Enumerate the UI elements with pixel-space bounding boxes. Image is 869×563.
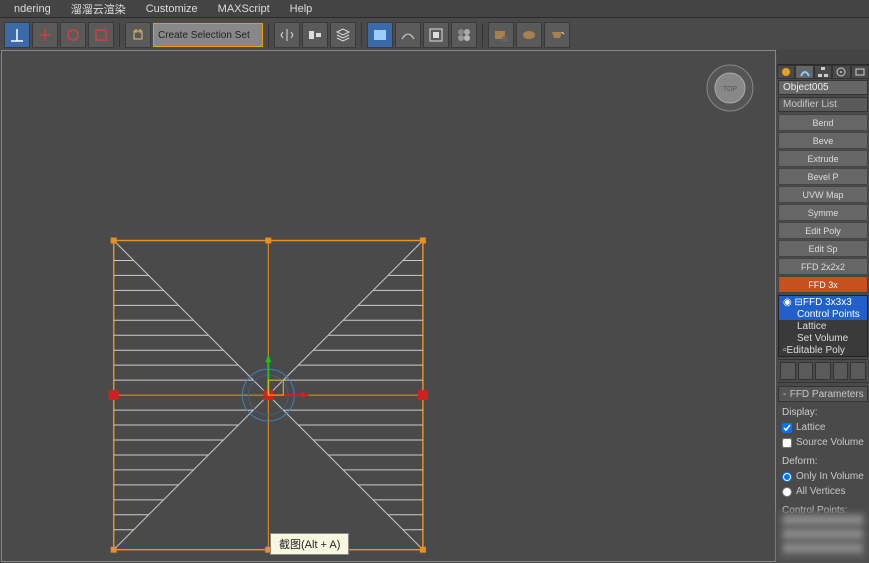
object-name-field[interactable]: Object005	[778, 80, 868, 95]
mod-editpoly-button[interactable]: Edit Poly	[778, 222, 868, 239]
snap-toggle-button[interactable]	[4, 22, 30, 48]
lattice-checkbox[interactable]: Lattice	[782, 420, 864, 435]
create-tab[interactable]	[777, 65, 795, 79]
stack-control-points[interactable]: Control Points	[779, 308, 867, 320]
modifier-stack[interactable]: ◉ ⊟ FFD 3x3x3 Control Points Lattice Set…	[778, 295, 868, 357]
align-button[interactable]	[302, 22, 328, 48]
mod-symmetry-button[interactable]: Symme	[778, 204, 868, 221]
named-selection-icon[interactable]	[125, 22, 151, 48]
make-unique-button[interactable]	[815, 362, 831, 380]
curve-editor-button[interactable]	[395, 22, 421, 48]
viewport[interactable]: TOP 截图(Alt + A)	[1, 50, 776, 562]
view-cube[interactable]: TOP	[705, 63, 755, 113]
menu-maxscript[interactable]: MAXScript	[208, 3, 280, 15]
selection-set-label: Create Selection Set	[158, 30, 250, 41]
main-toolbar: Create Selection Set	[0, 18, 869, 53]
rollout-header[interactable]: -FFD Parameters	[778, 386, 868, 402]
mod-ffd2-button[interactable]: FFD 2x2x2	[778, 258, 868, 275]
stack-editable-poly[interactable]: ▫ Editable Poly	[779, 344, 867, 356]
stack-ffd3x3x3[interactable]: ◉ ⊟ FFD 3x3x3	[779, 296, 867, 308]
mod-bevelprofile-button[interactable]: Bevel P	[778, 168, 868, 185]
schematic-view-button[interactable]	[423, 22, 449, 48]
command-panel: Object005 Modifier List Bend Beve Extrud…	[777, 49, 869, 563]
modifier-list-dropdown[interactable]: Modifier List	[778, 97, 868, 112]
remove-modifier-button[interactable]	[833, 362, 849, 380]
all-vertices-radio[interactable]: All Vertices	[782, 484, 864, 499]
stack-toolbar	[778, 359, 868, 383]
obscured-region	[777, 511, 869, 563]
menu-rendering[interactable]: ndering	[4, 3, 61, 15]
show-end-result-button[interactable]	[798, 362, 814, 380]
display-section-label: Display:	[782, 407, 864, 418]
menu-cloud-render[interactable]: 溜溜云渲染	[61, 1, 136, 17]
menu-customize[interactable]: Customize	[136, 3, 208, 15]
command-panel-tabs	[777, 65, 869, 79]
graphite-ribbon-button[interactable]	[367, 22, 393, 48]
selection-set-dropdown[interactable]: Create Selection Set	[153, 23, 263, 47]
configure-sets-button[interactable]	[850, 362, 866, 380]
viewcube-face-label: TOP	[723, 86, 738, 93]
stack-set-volume[interactable]: Set Volume	[779, 332, 867, 344]
mod-bend-button[interactable]: Bend	[778, 114, 868, 131]
motion-tab[interactable]	[832, 65, 850, 79]
render-frame-button[interactable]	[516, 22, 542, 48]
mod-uvwmap-button[interactable]: UVW Map	[778, 186, 868, 203]
menu-help[interactable]: Help	[280, 3, 323, 15]
render-setup-button[interactable]	[488, 22, 514, 48]
screenshot-tooltip: 截图(Alt + A)	[270, 533, 349, 555]
viewport-canvas[interactable]	[2, 51, 775, 562]
mirror-button[interactable]	[274, 22, 300, 48]
deform-section-label: Deform:	[782, 456, 864, 467]
layers-button[interactable]	[330, 22, 356, 48]
menu-bar: ndering 溜溜云渲染 Customize MAXScript Help	[0, 0, 869, 18]
percent-snap-button[interactable]	[60, 22, 86, 48]
angle-snap-button[interactable]	[32, 22, 58, 48]
mod-ffd3-button[interactable]: FFD 3x	[778, 276, 868, 293]
render-production-button[interactable]	[544, 22, 570, 48]
mod-extrude-button[interactable]: Extrude	[778, 150, 868, 167]
only-in-volume-radio[interactable]: Only In Volume	[782, 469, 864, 484]
modifier-buttons: Bend Beve Extrude Bevel P UVW Map Symme …	[777, 113, 869, 294]
stack-lattice[interactable]: Lattice	[779, 320, 867, 332]
pin-stack-button[interactable]	[780, 362, 796, 380]
source-volume-checkbox[interactable]: Source Volume	[782, 435, 864, 450]
mod-editspline-button[interactable]: Edit Sp	[778, 240, 868, 257]
hierarchy-tab[interactable]	[814, 65, 832, 79]
spinner-snap-button[interactable]	[88, 22, 114, 48]
display-tab[interactable]	[851, 65, 869, 79]
mod-bevel-button[interactable]: Beve	[778, 132, 868, 149]
modify-tab[interactable]	[795, 65, 813, 79]
material-editor-button[interactable]	[451, 22, 477, 48]
